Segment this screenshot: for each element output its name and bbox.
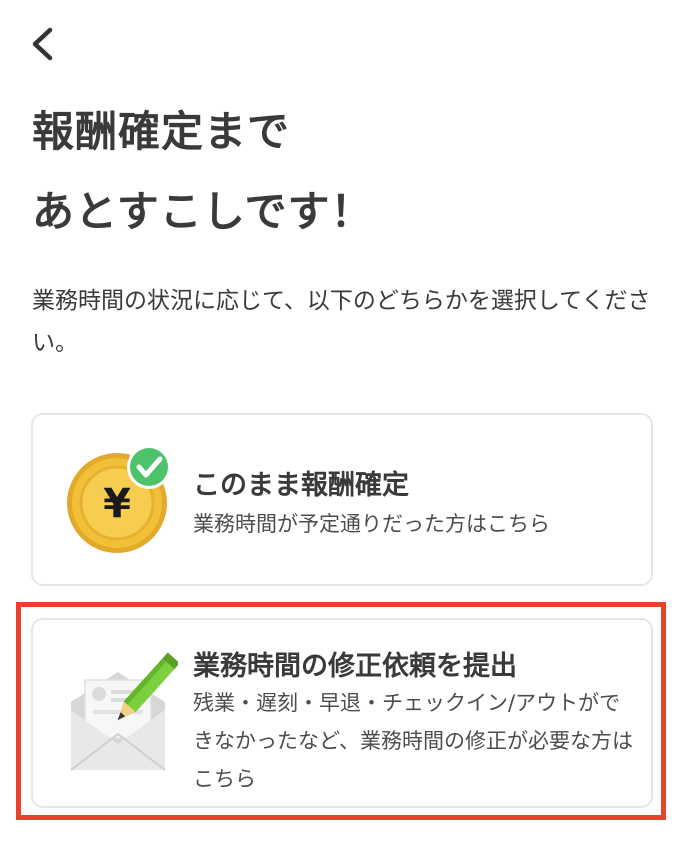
- correction-option-description: 残業・遅刻・早退・チェックイン/アウトができなかったなど、業務時間の修正が必要な…: [193, 691, 633, 791]
- yen-symbol: ¥: [103, 481, 131, 527]
- correction-request-option[interactable]: 業務時間の修正依頼を提出 残業・遅刻・早退・チェックイン/アウトができなかったな…: [31, 618, 653, 808]
- envelope-pencil-icon: [63, 652, 180, 772]
- chevron-left-icon: [32, 27, 53, 61]
- page-title-line1: 報酬確定まで: [32, 107, 291, 156]
- page-title: 報酬確定まで あとすこしです！: [32, 92, 373, 252]
- confirm-reward-option[interactable]: ¥ このまま報酬確定 業務時間が予定通りだった方はこちら: [31, 413, 653, 586]
- confirm-option-description: 業務時間が予定通りだった方はこちら: [193, 512, 550, 536]
- yen-coin-check-icon: ¥: [65, 445, 175, 555]
- back-button[interactable]: [30, 22, 74, 66]
- instruction-text: 業務時間の状況に応じて、以下のどちらかを選択してください。: [32, 288, 651, 356]
- page-title-line2: あとすこしです！: [32, 187, 374, 236]
- correction-option-title: 業務時間の修正依頼を提出: [193, 651, 517, 682]
- confirm-option-title: このまま報酬確定: [193, 470, 409, 501]
